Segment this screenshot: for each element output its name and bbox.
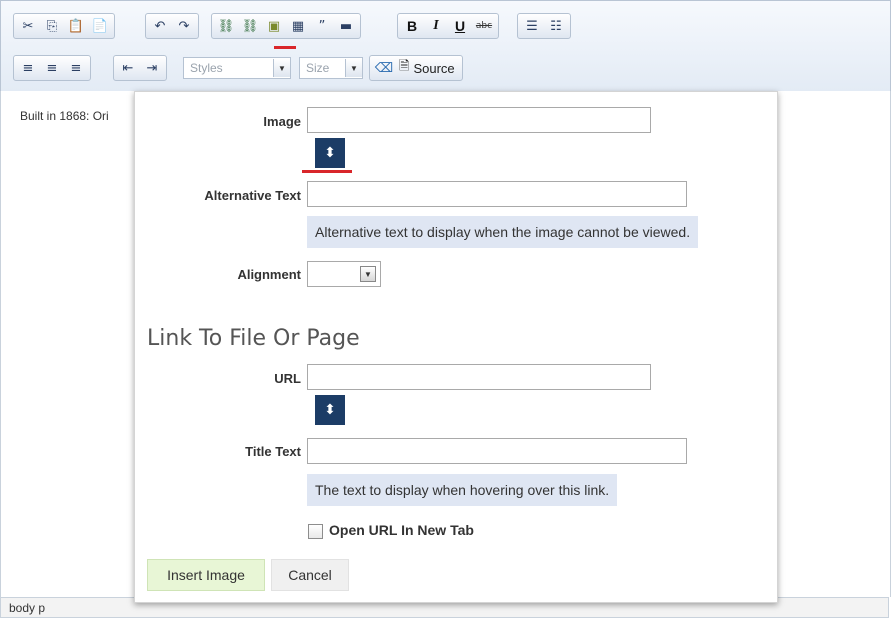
paste-text-icon[interactable]: 📄 — [89, 16, 111, 36]
horizontal-rule-icon[interactable]: ▬ — [335, 16, 357, 36]
copy-icon[interactable]: ⎘ — [41, 16, 63, 36]
editor-content-text: Built in 1868: Ori — [20, 109, 109, 123]
image-picker-button[interactable]: ⬍ — [315, 138, 345, 168]
image-icon[interactable]: ▣ — [263, 16, 285, 36]
title-text-hint: The text to display when hovering over t… — [307, 474, 618, 506]
align-center-icon[interactable]: ≡ — [41, 58, 63, 78]
paste-icon[interactable]: 📋 — [65, 16, 87, 36]
chevron-down-icon: ▼ — [345, 59, 362, 77]
cancel-button[interactable]: Cancel — [271, 559, 349, 591]
underline-button[interactable]: U — [449, 16, 471, 36]
insert-group: ⛓ ⛓ ▣ ▦ ” ▬ — [211, 13, 361, 39]
history-group: ↶ ↷ — [145, 13, 199, 39]
new-tab-checkbox[interactable] — [308, 524, 323, 539]
table-icon[interactable]: ▦ — [287, 16, 309, 36]
alignment-select[interactable]: ▼ — [307, 261, 381, 287]
insert-image-dialog: Image ⬍ Alternative Text Alternative tex… — [134, 91, 778, 603]
editor-toolbar: ✂ ⎘ 📋 📄 ↶ ↷ ⛓ ⛓ ▣ ▦ ” ▬ B I U abc ☰ ☷ ≡ … — [0, 0, 891, 92]
eraser-icon[interactable]: ⌫ — [373, 58, 395, 78]
align-left-icon[interactable]: ≡ — [17, 58, 39, 78]
title-text-input[interactable] — [307, 438, 687, 464]
url-input[interactable] — [307, 364, 651, 390]
styles-placeholder: Styles — [190, 61, 223, 75]
document-icon: 🗎 — [399, 59, 410, 74]
bold-button[interactable]: B — [401, 16, 423, 36]
undo-icon[interactable]: ↶ — [149, 16, 171, 36]
numbered-list-icon[interactable]: ☰ — [521, 16, 543, 36]
format-group: B I U abc — [397, 13, 499, 39]
source-group: ⌫ 🗎 Source — [369, 55, 463, 81]
link-icon[interactable]: ⛓ — [215, 16, 237, 36]
list-group: ☰ ☷ — [517, 13, 571, 39]
strikethrough-button[interactable]: abc — [473, 16, 495, 36]
new-tab-label: Open URL In New Tab — [329, 522, 474, 538]
title-text-label: Title Text — [245, 444, 301, 459]
size-placeholder: Size — [306, 61, 330, 75]
url-picker-button[interactable]: ⬍ — [315, 395, 345, 425]
chevron-down-icon: ▼ — [360, 266, 376, 282]
styles-dropdown[interactable]: Styles ▼ — [183, 57, 291, 79]
link-section-heading: Link To File Or Page — [147, 326, 360, 351]
image-input[interactable] — [307, 107, 651, 133]
outdent-icon[interactable]: ⇤ — [117, 58, 139, 78]
size-dropdown[interactable]: Size ▼ — [299, 57, 363, 79]
source-button[interactable]: 🗎 Source — [397, 57, 459, 79]
italic-button[interactable]: I — [425, 16, 447, 36]
alignment-label: Alignment — [237, 267, 301, 282]
quote-icon[interactable]: ” — [311, 16, 333, 36]
bulleted-list-icon[interactable]: ☷ — [545, 16, 567, 36]
sort-arrows-icon: ⬍ — [324, 402, 336, 418]
picker-marker — [302, 170, 352, 173]
cut-icon[interactable]: ✂ — [17, 16, 39, 36]
unlink-icon[interactable]: ⛓ — [239, 16, 261, 36]
url-label: URL — [274, 371, 301, 386]
image-tool-marker — [274, 46, 296, 49]
redo-icon[interactable]: ↷ — [173, 16, 195, 36]
insert-image-button[interactable]: Insert Image — [147, 559, 265, 591]
source-label: Source — [413, 60, 455, 76]
chevron-down-icon: ▼ — [273, 59, 290, 77]
indent-icon[interactable]: ⇥ — [141, 58, 163, 78]
alt-text-input[interactable] — [307, 181, 687, 207]
sort-arrows-icon: ⬍ — [324, 145, 336, 161]
align-group: ≡ ≡ ≡ — [13, 55, 91, 81]
alt-text-hint: Alternative text to display when the ima… — [307, 216, 699, 248]
alt-text-label: Alternative Text — [204, 188, 301, 203]
align-right-icon[interactable]: ≡ — [65, 58, 87, 78]
indent-group: ⇤ ⇥ — [113, 55, 167, 81]
clipboard-group: ✂ ⎘ 📋 📄 — [13, 13, 115, 39]
image-label: Image — [263, 114, 301, 129]
